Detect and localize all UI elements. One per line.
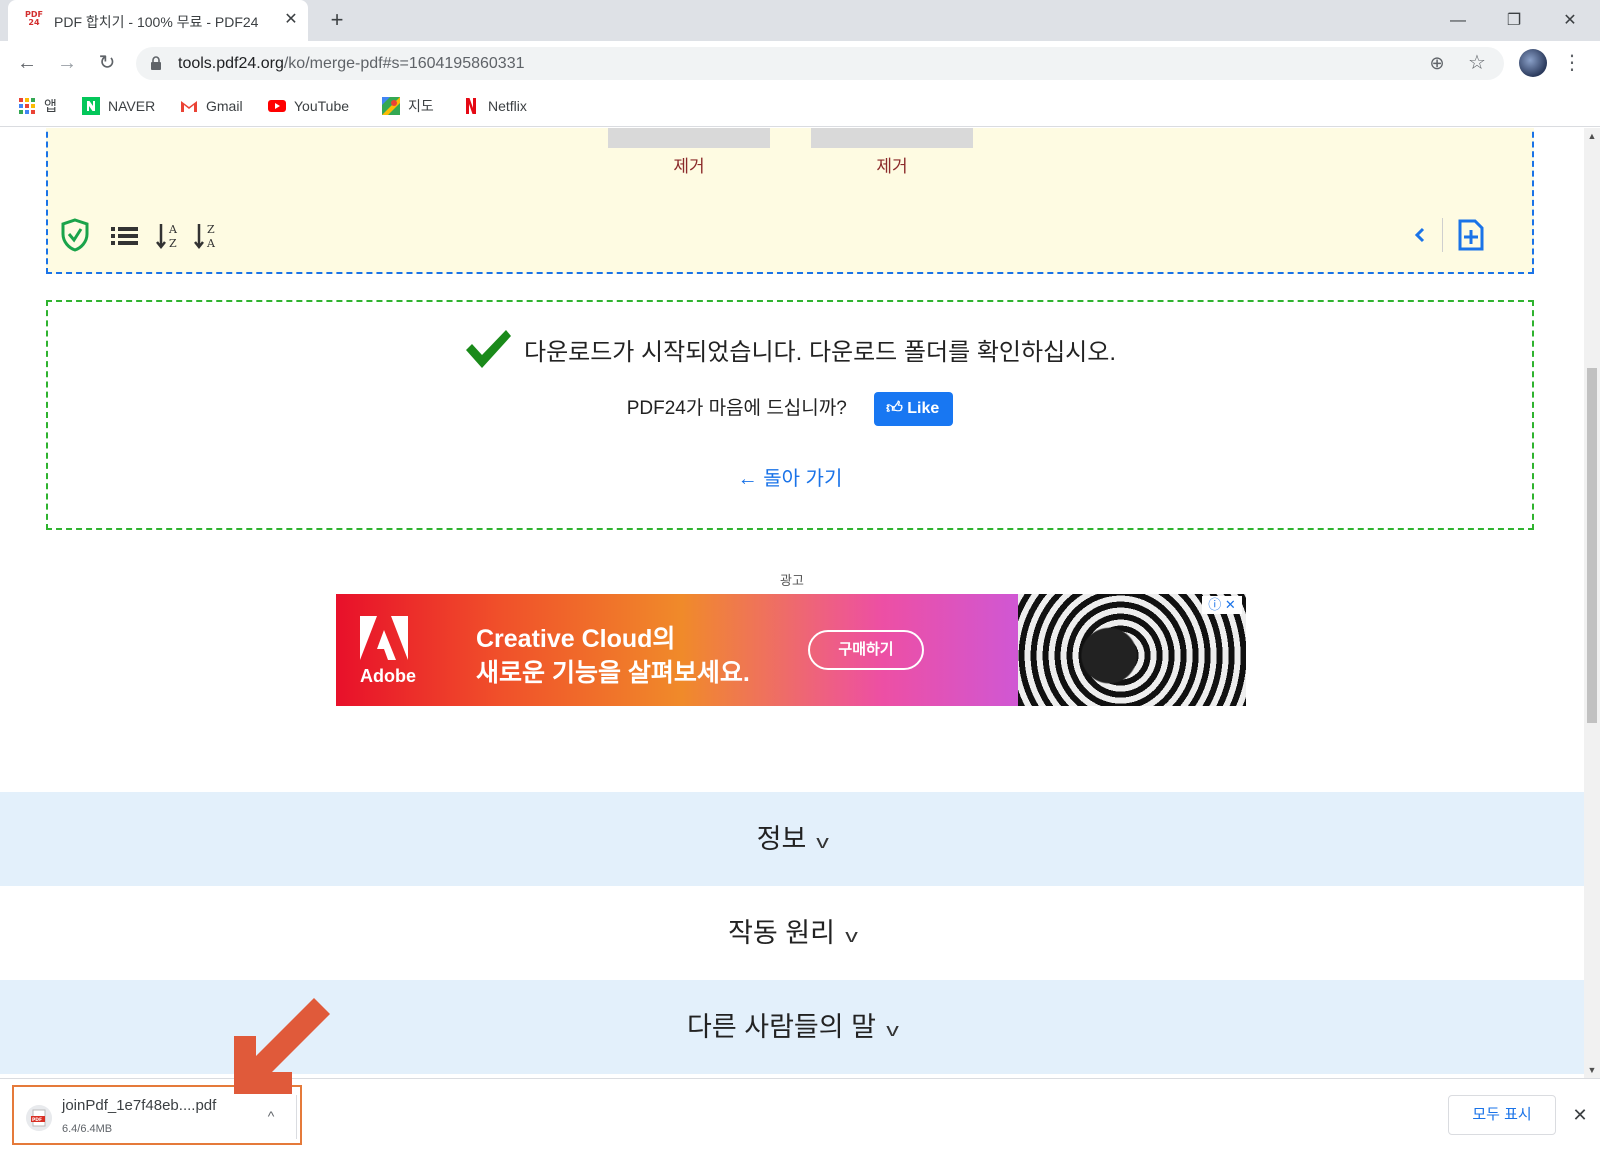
ad-buy-button[interactable]: 구매하기 (808, 630, 924, 670)
chevron-down-icon: v (845, 926, 858, 946)
bookmark-apps[interactable]: 앱 (18, 95, 57, 117)
chevron-down-icon: v (886, 1020, 899, 1040)
bookmark-gmail[interactable]: Gmail (180, 95, 243, 117)
adchoices-icon[interactable]: ⓘ ✕ (1202, 596, 1242, 614)
naver-icon (82, 97, 100, 115)
like-row: PDF24가 마음에 드십니까? 👍︎ Like (48, 392, 1532, 426)
back-arrow-icon[interactable]: ← (13, 49, 41, 77)
bookmark-naver[interactable]: NAVER (82, 95, 155, 117)
bookmark-netflix[interactable]: Netflix (462, 95, 527, 117)
checkmark-icon (465, 330, 511, 368)
gmail-icon (181, 101, 197, 112)
new-tab-icon[interactable]: + (324, 8, 350, 34)
apps-grid-icon (19, 98, 35, 114)
close-shelf-icon[interactable]: ✕ (1570, 1103, 1590, 1127)
address-bar[interactable]: tools.pdf24.org/ko/merge-pdf#s=160419586… (136, 47, 1504, 80)
download-status-box: 다운로드가 시작되었습니다. 다운로드 폴더를 확인하십시오. PDF24가 마… (46, 300, 1534, 530)
remove-file-link[interactable]: 제거 (608, 152, 770, 177)
tab-close-icon[interactable]: ✕ (280, 9, 302, 31)
page-scrollbar[interactable]: ▲ ▼ (1584, 128, 1600, 1078)
pdf24-favicon-icon: PDF 24 (25, 10, 43, 27)
download-message: 다운로드가 시작되었습니다. 다운로드 폴더를 확인하십시오. (48, 328, 1532, 370)
go-back-link[interactable]: ← 돌아 가기 (48, 462, 1532, 491)
download-file-name: joinPdf_1e7f48eb....pdf (62, 1097, 217, 1114)
ad-label: 광고 (780, 573, 804, 588)
sort-az-icon[interactable]: A Z (156, 218, 182, 252)
svg-text:PDF: PDF (32, 1117, 42, 1123)
remove-file-link[interactable]: 제거 (811, 152, 973, 177)
ad-brand: Adobe (360, 666, 416, 686)
zoom-icon[interactable]: ⊕ (1426, 52, 1448, 74)
bookmark-star-icon[interactable]: ☆ (1466, 52, 1488, 74)
chevron-down-icon: v (816, 832, 830, 852)
netflix-icon (466, 98, 476, 114)
tab-strip: PDF 24 PDF 합치기 - 100% 무료 - PDF24 ✕ + — ❐… (0, 0, 1600, 41)
svg-text:A: A (206, 237, 216, 250)
scroll-down-icon[interactable]: ▼ (1584, 1062, 1600, 1078)
thumbs-up-icon: 👍︎ (886, 400, 903, 417)
svg-text:Z: Z (207, 223, 215, 236)
close-window-button[interactable]: ✕ (1550, 6, 1590, 36)
scrollbar-thumb[interactable] (1587, 368, 1597, 723)
list-icon[interactable] (110, 218, 140, 252)
download-item-divider (296, 1095, 297, 1139)
adobe-logo-icon (360, 616, 408, 660)
bookmark-youtube[interactable]: YouTube (268, 95, 349, 117)
maximize-button[interactable]: ❐ (1494, 6, 1534, 36)
menu-kebab-icon[interactable]: ⋮ (1562, 49, 1582, 77)
browser-toolbar: ← → ↻ tools.pdf24.org/ko/merge-pdf#s=160… (0, 41, 1600, 85)
url-text: tools.pdf24.org/ko/merge-pdf#s=160419586… (178, 55, 525, 72)
maps-icon (382, 97, 400, 115)
file-list-box: 제거 제거 A Z Z A (46, 128, 1534, 274)
svg-text:A: A (168, 223, 178, 236)
lock-icon (151, 56, 161, 70)
annotation-arrow-icon (234, 998, 330, 1094)
profile-avatar[interactable] (1519, 49, 1547, 77)
minimize-button[interactable]: — (1438, 6, 1478, 36)
file-thumbnail (811, 128, 973, 148)
show-all-downloads-button[interactable]: 모두 표시 (1448, 1095, 1556, 1135)
bookmark-maps[interactable]: 지도 (382, 95, 434, 117)
pdf-file-icon: PDF (26, 1105, 52, 1131)
chevron-left-icon[interactable] (1412, 218, 1428, 252)
download-size: 6.4/6.4MB (62, 1123, 113, 1135)
toolbar-divider (1442, 218, 1443, 252)
shield-check-icon[interactable] (60, 218, 90, 252)
svg-text:Z: Z (169, 237, 177, 250)
scroll-up-icon[interactable]: ▲ (1584, 128, 1600, 144)
tab-title: PDF 합치기 - 100% 무료 - PDF24 (54, 14, 259, 30)
accordion-info[interactable]: 정보 v (0, 792, 1584, 886)
file-thumbnail (608, 128, 770, 148)
ad-headline: Creative Cloud의 새로운 기능을 살펴보세요. (476, 625, 750, 687)
page-content: 제거 제거 A Z Z A 다운로드가 시작되었습니다. 다운로드 폴더를 확인… (0, 128, 1584, 1078)
forward-arrow-icon[interactable]: → (53, 49, 81, 77)
back-arrow-icon: ← (737, 468, 758, 490)
facebook-like-button[interactable]: 👍︎ Like (874, 392, 954, 426)
browser-tab[interactable]: PDF 24 PDF 합치기 - 100% 무료 - PDF24 ✕ (8, 0, 308, 41)
bookmarks-bar: 앱 NAVER Gmail YouTube 지도 Netflix (0, 85, 1600, 127)
chevron-up-icon[interactable]: ^ (260, 1105, 282, 1127)
reload-icon[interactable]: ↻ (93, 49, 121, 77)
download-item[interactable]: PDF joinPdf_1e7f48eb....pdf 6.4/6.4MB ^ (12, 1085, 302, 1145)
add-file-icon[interactable] (1456, 218, 1486, 252)
youtube-icon (268, 100, 286, 112)
accordion-how-it-works[interactable]: 작동 원리 v (0, 886, 1584, 980)
adobe-ad-banner[interactable]: Adobe Creative Cloud의 새로운 기능을 살펴보세요. 구매하… (336, 594, 1246, 706)
sort-za-icon[interactable]: Z A (194, 218, 220, 252)
